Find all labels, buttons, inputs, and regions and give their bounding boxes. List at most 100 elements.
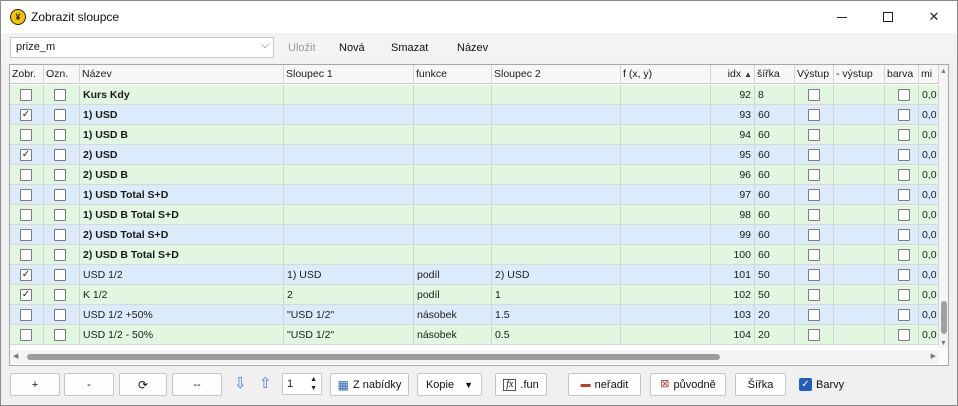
table-row[interactable]: USD 1/2 - 50% "USD 1/2" násobek 0.5 104 20 0,0	[10, 325, 939, 345]
cell-mi[interactable]: 0,0	[919, 305, 939, 325]
cell-s1[interactable]	[284, 145, 414, 165]
cell-s1[interactable]	[284, 85, 414, 105]
cell-ozn[interactable]	[44, 185, 80, 205]
cell-vystup[interactable]	[795, 285, 834, 305]
checkbox-vystup[interactable]	[808, 109, 820, 121]
cell-barva[interactable]	[885, 165, 919, 185]
cell-s2[interactable]	[492, 225, 621, 245]
checkbox-zobr[interactable]: ✓	[20, 109, 32, 121]
cell-vystup[interactable]	[795, 105, 834, 125]
col-header-funkce[interactable]: funkce	[414, 65, 492, 84]
cell-fxy[interactable]	[621, 245, 711, 265]
checkbox-zobr[interactable]	[20, 209, 32, 221]
cell-nazev[interactable]: 2) USD B	[80, 165, 284, 185]
cell-sirka[interactable]: 20	[755, 325, 795, 345]
cell-zobr[interactable]	[10, 325, 44, 345]
checkbox-vystup[interactable]	[808, 129, 820, 141]
cell-zobr[interactable]	[10, 125, 44, 145]
cell-idx[interactable]: 98	[711, 205, 755, 225]
col-header-sloupec2[interactable]: Sloupec 2	[492, 65, 621, 84]
cell-barva[interactable]	[885, 225, 919, 245]
cell-vystup[interactable]	[795, 245, 834, 265]
table-row[interactable]: ✓ K 1/2 2 podíl 1 102 50 0,0	[10, 285, 939, 305]
checkbox-barva[interactable]	[898, 329, 910, 341]
checkbox-barva[interactable]	[898, 169, 910, 181]
vertical-scroll-thumb[interactable]	[941, 301, 947, 334]
original-button[interactable]: ⊠ původně	[650, 373, 726, 396]
checkbox-vystup[interactable]	[808, 249, 820, 261]
table-row[interactable]: 1) USD B Total S+D 98 60 0,0	[10, 205, 939, 225]
cell-sirka[interactable]: 60	[755, 165, 795, 185]
cell-fxy[interactable]	[621, 225, 711, 245]
checkbox-ozn[interactable]	[54, 269, 66, 281]
copy-dropdown[interactable]: Kopie ▼	[417, 373, 482, 396]
cell-s1[interactable]: 2	[284, 285, 414, 305]
cell-ozn[interactable]	[44, 205, 80, 225]
cell-barva[interactable]	[885, 145, 919, 165]
cell-mvystup[interactable]	[834, 185, 885, 205]
cell-barva[interactable]	[885, 285, 919, 305]
cell-mvystup[interactable]	[834, 305, 885, 325]
col-header-sirka[interactable]: šířka	[755, 65, 795, 84]
cell-barva[interactable]	[885, 85, 919, 105]
scroll-down-icon[interactable]: ▼	[940, 340, 947, 347]
col-header-barva[interactable]: barva	[885, 65, 919, 84]
cell-s2[interactable]	[492, 125, 621, 145]
checkbox-zobr[interactable]	[20, 129, 32, 141]
checkbox-barva[interactable]	[898, 129, 910, 141]
cell-funkce[interactable]: násobek	[414, 325, 492, 345]
cell-ozn[interactable]	[44, 145, 80, 165]
cell-fxy[interactable]	[621, 305, 711, 325]
cell-ozn[interactable]	[44, 125, 80, 145]
cell-sirka[interactable]: 60	[755, 205, 795, 225]
cell-zobr[interactable]: ✓	[10, 285, 44, 305]
cell-barva[interactable]	[885, 305, 919, 325]
cell-fxy[interactable]	[621, 125, 711, 145]
checkbox-barva[interactable]	[898, 289, 910, 301]
cell-s1[interactable]: "USD 1/2"	[284, 325, 414, 345]
checkbox-ozn[interactable]	[54, 229, 66, 241]
delete-button[interactable]: Smazat	[391, 42, 428, 54]
cell-fxy[interactable]	[621, 165, 711, 185]
checkbox-ozn[interactable]	[54, 129, 66, 141]
cell-mvystup[interactable]	[834, 325, 885, 345]
cell-ozn[interactable]	[44, 105, 80, 125]
cell-mi[interactable]: 0,0	[919, 245, 939, 265]
cell-vystup[interactable]	[795, 225, 834, 245]
cell-fxy[interactable]	[621, 185, 711, 205]
checkbox-vystup[interactable]	[808, 229, 820, 241]
table-row[interactable]: ✓ 1) USD 93 60 0,0	[10, 105, 939, 125]
cell-mvystup[interactable]	[834, 265, 885, 285]
remove-button[interactable]: -	[64, 373, 114, 396]
cell-barva[interactable]	[885, 265, 919, 285]
checkbox-ozn[interactable]	[54, 109, 66, 121]
cell-s1[interactable]	[284, 205, 414, 225]
cell-ozn[interactable]	[44, 245, 80, 265]
checkbox-vystup[interactable]	[808, 89, 820, 101]
refresh-button[interactable]: ⟳	[119, 373, 167, 396]
cell-s2[interactable]	[492, 205, 621, 225]
cell-vystup[interactable]	[795, 165, 834, 185]
cell-idx[interactable]: 101	[711, 265, 755, 285]
checkbox-vystup[interactable]	[808, 329, 820, 341]
checkbox-ozn[interactable]	[54, 249, 66, 261]
cell-sirka[interactable]: 60	[755, 225, 795, 245]
spinner-down-icon[interactable]: ▼	[310, 385, 317, 392]
cell-idx[interactable]: 97	[711, 185, 755, 205]
table-row[interactable]: Kurs Kdy 92 8 0,0	[10, 85, 939, 105]
checkbox-vystup[interactable]	[808, 309, 820, 321]
vertical-scrollbar[interactable]: ▲ ▼	[939, 65, 948, 349]
cell-vystup[interactable]	[795, 205, 834, 225]
cell-s1[interactable]: 1) USD	[284, 265, 414, 285]
checkbox-vystup[interactable]	[808, 189, 820, 201]
cell-mi[interactable]: 0,0	[919, 285, 939, 305]
cell-nazev[interactable]: USD 1/2 - 50%	[80, 325, 284, 345]
cell-funkce[interactable]	[414, 145, 492, 165]
cell-sirka[interactable]: 50	[755, 265, 795, 285]
cell-zobr[interactable]: ✓	[10, 265, 44, 285]
cell-barva[interactable]	[885, 325, 919, 345]
cell-mvystup[interactable]	[834, 225, 885, 245]
cell-sirka[interactable]: 60	[755, 245, 795, 265]
cell-nazev[interactable]: Kurs Kdy	[80, 85, 284, 105]
table-row[interactable]: 1) USD Total S+D 97 60 0,0	[10, 185, 939, 205]
